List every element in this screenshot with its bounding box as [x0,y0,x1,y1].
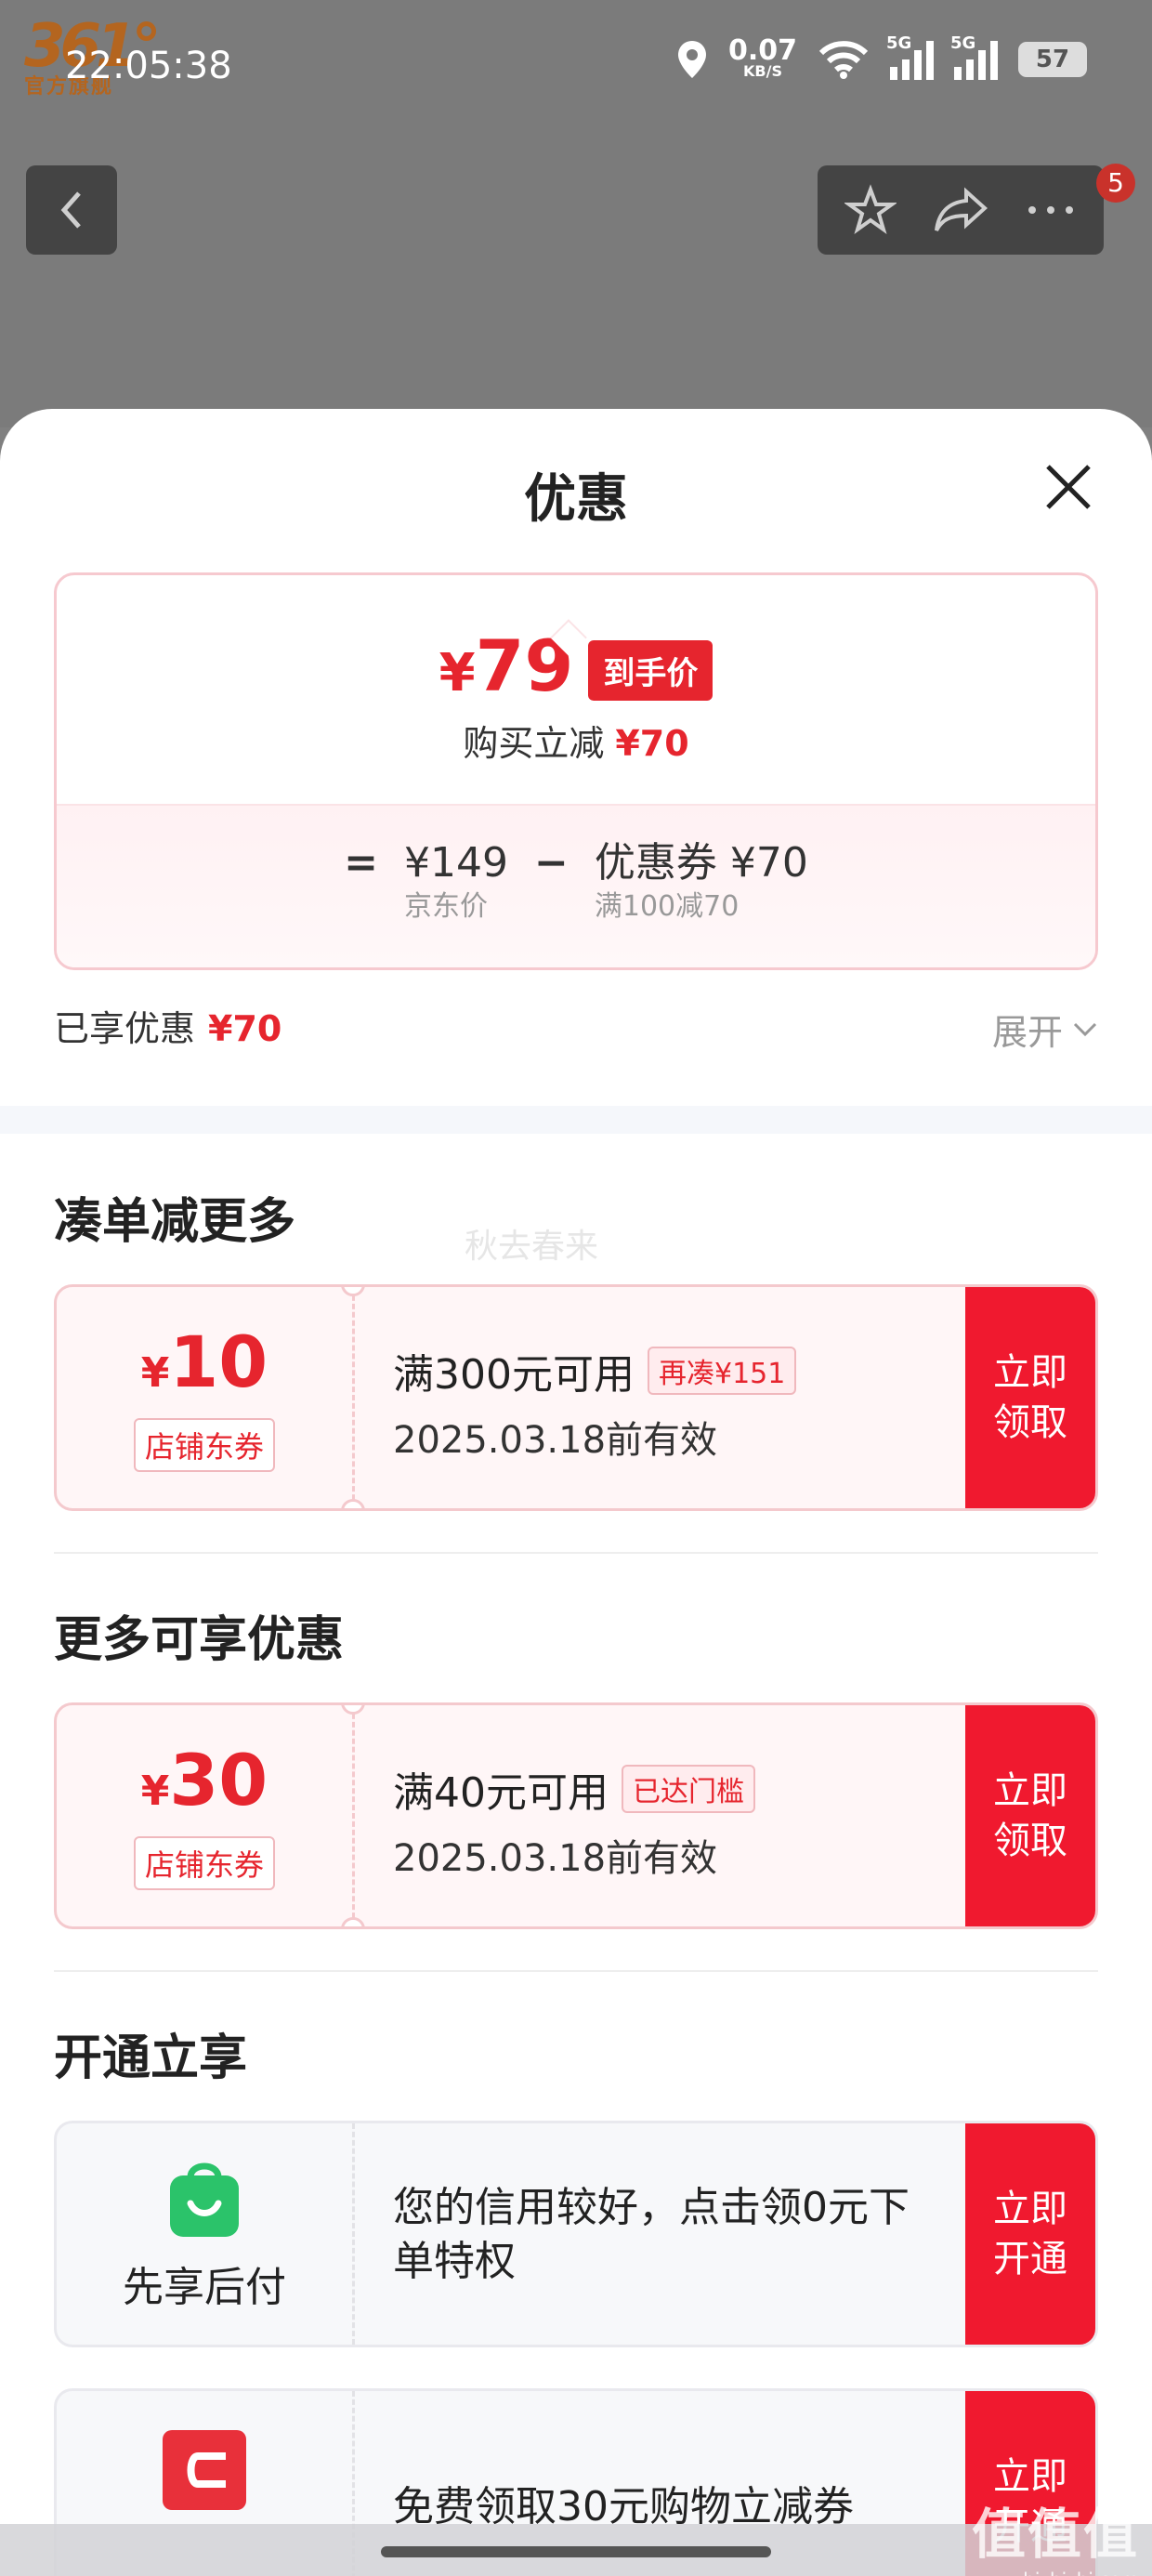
price-formula: = ¥149 京东价 − 优惠券 ¥70 满100减70 [57,804,1095,967]
background-product-page: 361° 官方旗舰 22:05:38 0.07 KB/S 5G 5G 57 5 [0,0,1152,427]
expand-button[interactable]: 展开 [992,1004,1098,1055]
coupon-card: ¥10 店铺东券 满300元可用 再凑¥151 2025.03.18前有效 立即 … [54,1284,1098,1511]
promo-card: 先享后付 您的信用较好，点击领0元下单特权 立即 开通 [54,2121,1098,2347]
card-icon [163,2430,246,2510]
wifi-icon [818,41,869,79]
section-divider [0,1106,1152,1134]
sheet-title: 优惠 [524,469,628,530]
battery-indicator: 57 [1018,42,1087,77]
jd-price: ¥149 京东价 [404,839,508,923]
status-time: 22:05:38 [65,45,232,87]
promo-label: 先享后付 [123,2264,286,2311]
share-icon[interactable] [933,184,988,236]
more-icon[interactable] [1025,203,1077,217]
network-speed: 0.07 KB/S [727,34,797,80]
coupon-deduction: 优惠券 ¥70 满100减70 [594,839,808,923]
section-title-combine: 凑单减更多 [54,1194,296,1250]
saved-summary: 已享优惠 ¥70 [54,1008,282,1049]
coupon-amount: ¥30 [140,1739,268,1821]
coupon-validity: 2025.03.18前有效 [393,1419,718,1462]
signal-bars-icon: 5G [886,33,934,80]
section-title-more: 更多可享优惠 [54,1612,345,1668]
coupon-hint: 再凑¥151 [647,1347,797,1395]
status-icons: 0.07 KB/S 5G 5G 57 [676,33,1087,80]
shopping-bag-icon [170,2162,239,2237]
star-icon[interactable] [844,184,897,236]
coupon-hint: 已达门槛 [622,1765,755,1813]
divider [54,1552,1098,1554]
close-icon[interactable] [1039,457,1098,517]
section-title-open: 开通立享 [54,2031,248,2086]
divider [54,1970,1098,1972]
promo-text: 您的信用较好，点击领0元下单特权 [393,2184,910,2285]
signal-bars-icon: 5G [950,33,998,80]
coupon-card: ¥30 店铺东券 满40元可用 已达门槛 2025.03.18前有效 立即 领取 [54,1702,1098,1929]
back-button[interactable] [26,165,117,255]
coupon-type: 店铺东券 [133,1836,275,1890]
coupon-type: 店铺东券 [133,1418,275,1472]
instant-discount: 购买立减 ¥70 [463,723,689,764]
coupon-amount: ¥10 [140,1321,268,1403]
chevron-down-icon [1073,1022,1097,1036]
location-icon [677,41,706,78]
claim-coupon-button[interactable]: 立即 领取 [965,1705,1095,1926]
coupon-validity: 2025.03.18前有效 [393,1837,718,1880]
chevron-left-icon [60,191,81,229]
claim-coupon-button[interactable]: 立即 领取 [965,1287,1095,1508]
user-watermark: 秋去春来 [465,1228,599,1266]
home-gesture-handle[interactable] [381,2546,771,2557]
discount-sheet: 优惠 ¥79 到手价 购买立减¥70 = ¥149 京东价 − 优惠券 ¥70 [0,409,1152,2576]
coupon-condition: 满40元可用 [393,1769,609,1817]
notification-badge: 5 [1096,164,1135,203]
top-actions [818,165,1104,255]
activate-button[interactable]: 立即 开通 [965,2123,1095,2345]
site-watermark: 值值值 zhizhizhi.com [971,2503,1139,2576]
coupon-condition: 满300元可用 [393,1351,635,1399]
final-price-tag: 到手价 [588,639,713,701]
